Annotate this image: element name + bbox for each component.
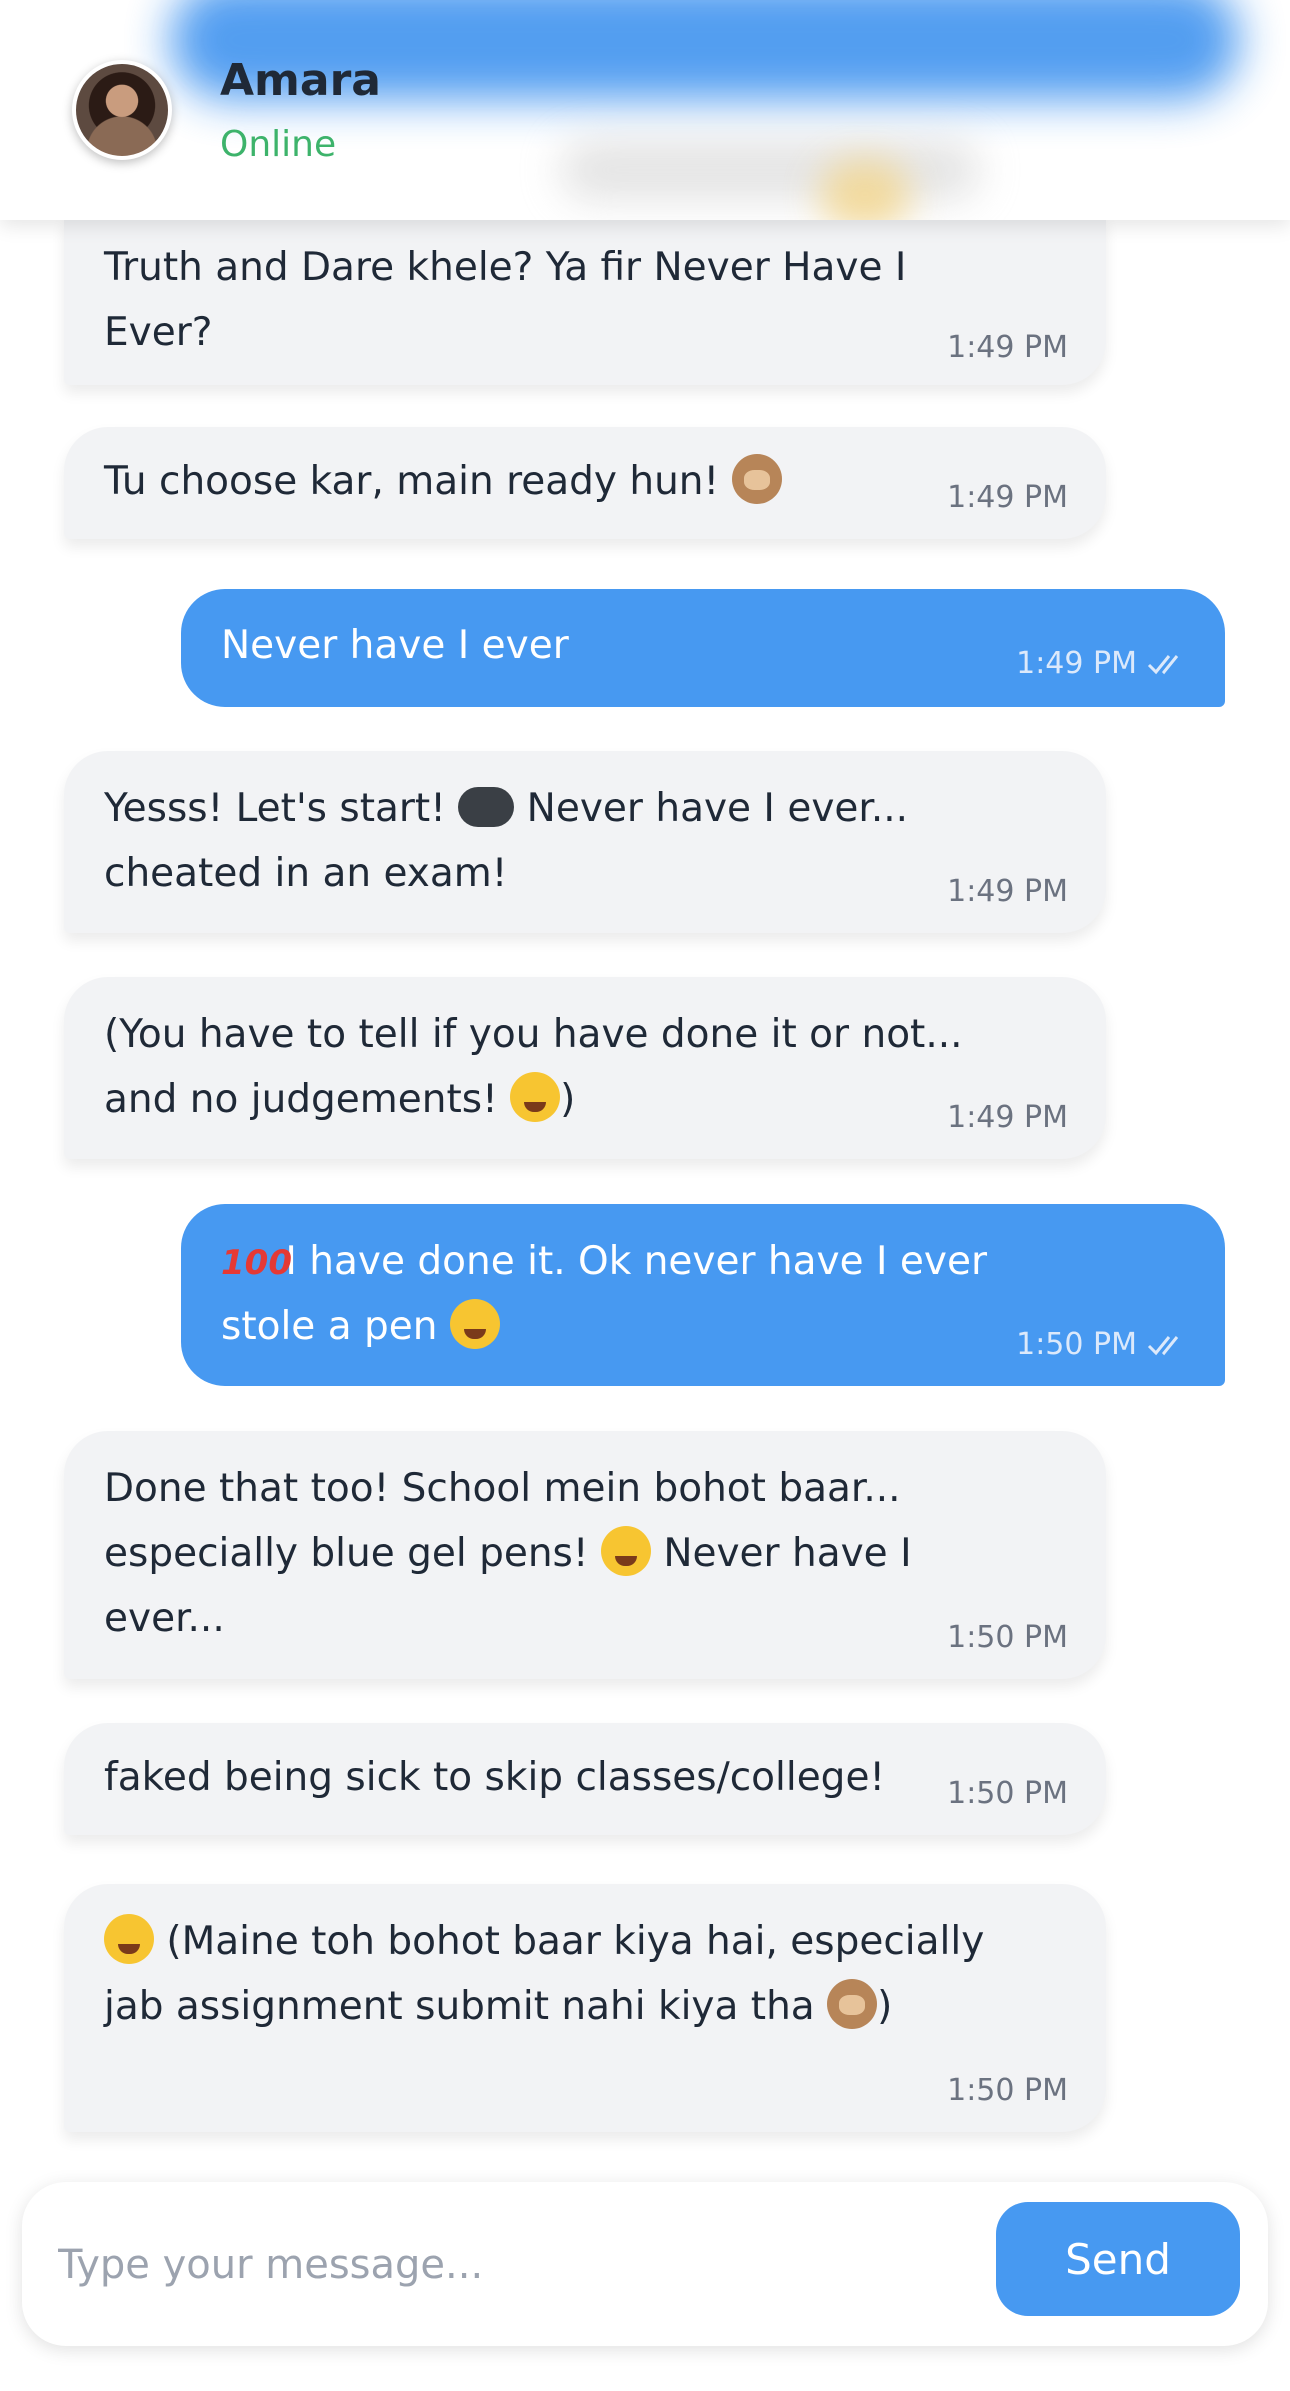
- message-time-label: 1:49 PM: [1016, 646, 1137, 681]
- message-text: ): [560, 1077, 576, 1122]
- chat-header: Amara Online: [0, 0, 1290, 220]
- message-text: ): [877, 1984, 893, 2029]
- online-status: Online: [220, 124, 337, 165]
- message-composer: Send: [22, 2182, 1268, 2346]
- message-time: 1:50 PM: [947, 1620, 1068, 1655]
- message-bubble-incoming: Yesss! Let's start! Never have I ever...…: [64, 751, 1106, 933]
- message-bubble-outgoing: 100 I have done it. Ok never have I ever…: [181, 1204, 1225, 1386]
- message-time: 1:49 PM: [947, 480, 1068, 515]
- message-text: I have done it. Ok never have I ever sto…: [221, 1239, 988, 1349]
- message-time: 1:49 PM: [947, 1100, 1068, 1135]
- woozy-face-icon: [104, 1914, 154, 1964]
- message-bubble-incoming: Tu choose kar, main ready hun! 1:49 PM: [64, 427, 1106, 539]
- message-time: 1:50 PM: [947, 2073, 1068, 2108]
- contact-name[interactable]: Amara: [220, 55, 381, 106]
- message-time: 1:49 PM: [947, 330, 1068, 365]
- message-time-label: 1:50 PM: [1016, 1327, 1137, 1362]
- message-bubble-incoming: (You have to tell if you have done it or…: [64, 977, 1106, 1159]
- message-bubble-outgoing: Never have I ever 1:49 PM: [181, 589, 1225, 707]
- message-time: 1:50 PM: [1016, 1312, 1187, 1381]
- contact-avatar[interactable]: [72, 60, 172, 160]
- see-no-evil-monkey-icon: [731, 454, 782, 504]
- message-text: Yesss! Let's start!: [104, 786, 446, 831]
- message-text: Tu choose kar, main ready hun!: [104, 459, 720, 504]
- message-text: Truth and Dare khele? Ya fir Never Have …: [104, 245, 907, 355]
- message-text: faked being sick to skip classes/college…: [104, 1755, 886, 1800]
- double-check-icon: [1147, 635, 1187, 700]
- message-bubble-incoming: faked being sick to skip classes/college…: [64, 1723, 1106, 1835]
- blurred-region: [560, 140, 980, 200]
- message-list[interactable]: Truth and Dare khele? Ya fir Never Have …: [0, 0, 1290, 2391]
- message-bubble-incoming: (Maine toh bohot baar kiya hai, especial…: [64, 1884, 1106, 2132]
- message-bubble-incoming: Truth and Dare khele? Ya fir Never Have …: [64, 215, 1106, 385]
- message-time: 1:49 PM: [1016, 631, 1187, 700]
- send-button[interactable]: Send: [996, 2202, 1240, 2316]
- squinting-tongue-face-icon: [510, 1072, 561, 1122]
- grinning-face-icon: [449, 1299, 500, 1349]
- blurred-region: [820, 160, 910, 220]
- video-game-controller-icon: [458, 787, 515, 827]
- message-time: 1:49 PM: [947, 874, 1068, 909]
- message-bubble-incoming: Done that too! School mein bohot baar...…: [64, 1431, 1106, 1679]
- message-input[interactable]: [56, 2220, 976, 2310]
- double-check-icon: [1147, 1316, 1187, 1381]
- tears-of-joy-face-icon: [600, 1526, 651, 1576]
- hundred-points-icon: 100: [221, 1243, 292, 1283]
- message-text: Never have I ever: [221, 623, 569, 668]
- message-time: 1:50 PM: [947, 1776, 1068, 1811]
- see-no-evil-monkey-icon: [827, 1979, 878, 2029]
